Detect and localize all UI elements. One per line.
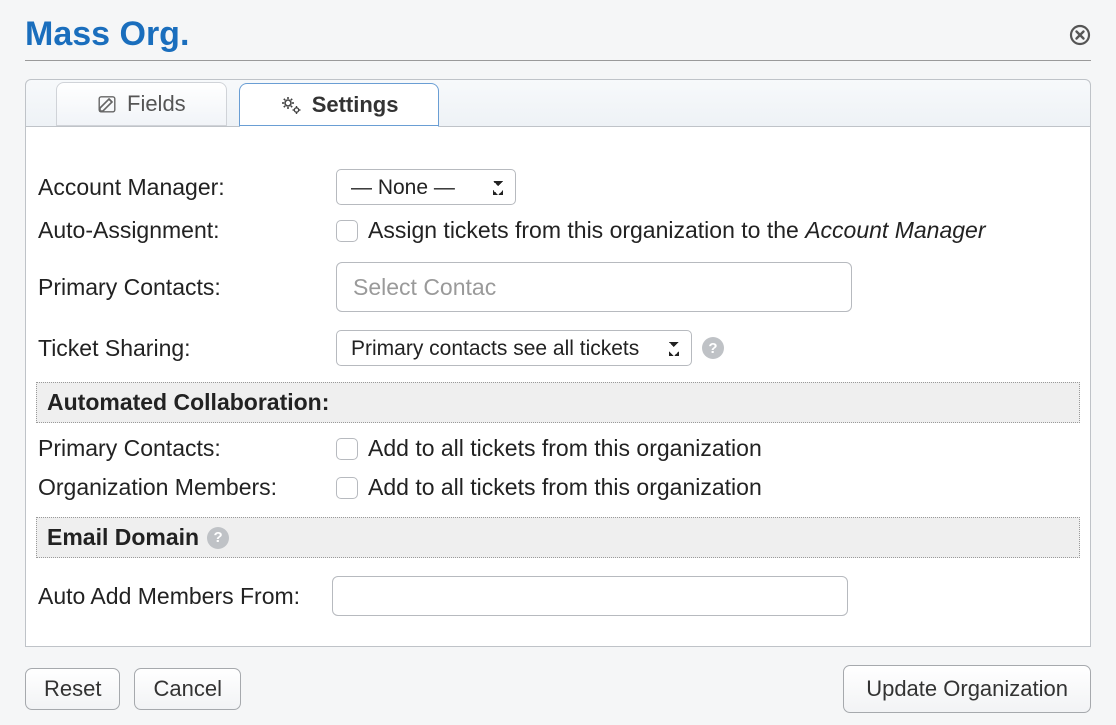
label-primary-contacts: Primary Contacts: — [36, 274, 336, 301]
gears-icon — [280, 95, 302, 115]
help-icon[interactable]: ? — [207, 527, 229, 549]
tab-settings-label: Settings — [312, 92, 399, 118]
page-title: Mass Org. — [25, 15, 189, 54]
row-auto-add-members: Auto Add Members From: — [36, 564, 1080, 620]
label-ticket-sharing: Ticket Sharing: — [36, 335, 336, 362]
collab-org-members-checkbox[interactable] — [336, 477, 358, 499]
row-ticket-sharing: Ticket Sharing: Primary contacts see all… — [36, 324, 1080, 372]
primary-contacts-input[interactable] — [336, 262, 852, 312]
row-primary-contacts: Primary Contacts: — [36, 250, 1080, 324]
label-auto-assignment: Auto-Assignment: — [36, 217, 336, 244]
tab-fields-label: Fields — [127, 91, 186, 117]
edit-icon — [97, 94, 117, 114]
label-collab-org-members: Organization Members: — [36, 474, 336, 501]
reset-button[interactable]: Reset — [25, 668, 120, 710]
close-button[interactable] — [1069, 24, 1091, 46]
label-account-manager: Account Manager: — [36, 174, 336, 201]
update-organization-button[interactable]: Update Organization — [843, 665, 1091, 713]
tab-strip: Fields Settings — [25, 79, 1091, 127]
row-auto-assignment: Auto-Assignment: Assign tickets from thi… — [36, 211, 1080, 250]
tab-settings[interactable]: Settings — [239, 83, 440, 127]
collab-primary-contacts-text: Add to all tickets from this organizatio… — [368, 435, 762, 462]
tab-fields[interactable]: Fields — [56, 82, 227, 126]
close-icon — [1069, 24, 1091, 46]
ticket-sharing-select[interactable]: Primary contacts see all tickets — [336, 330, 692, 366]
header: Mass Org. — [25, 15, 1091, 61]
row-collab-org-members: Organization Members: Add to all tickets… — [36, 468, 1080, 507]
section-email-domain: Email Domain ? — [36, 517, 1080, 558]
settings-panel: Account Manager: — None — Auto-Assignmen… — [25, 127, 1091, 647]
footer: Reset Cancel Update Organization — [25, 665, 1091, 713]
collab-org-members-text: Add to all tickets from this organizatio… — [368, 474, 762, 501]
auto-assignment-checkbox[interactable] — [336, 220, 358, 242]
label-collab-primary-contacts: Primary Contacts: — [36, 435, 336, 462]
cancel-button[interactable]: Cancel — [134, 668, 240, 710]
collab-primary-contacts-checkbox[interactable] — [336, 438, 358, 460]
section-automated-collaboration: Automated Collaboration: — [36, 382, 1080, 423]
auto-add-members-input[interactable] — [332, 576, 848, 616]
row-account-manager: Account Manager: — None — — [36, 163, 1080, 211]
help-icon[interactable]: ? — [702, 337, 724, 359]
row-collab-primary-contacts: Primary Contacts: Add to all tickets fro… — [36, 429, 1080, 468]
account-manager-select[interactable]: — None — — [336, 169, 516, 205]
label-auto-add-members: Auto Add Members From: — [36, 583, 332, 610]
dialog: Mass Org. Fields Settings — [0, 0, 1116, 725]
auto-assignment-text: Assign tickets from this organization to… — [368, 217, 985, 244]
